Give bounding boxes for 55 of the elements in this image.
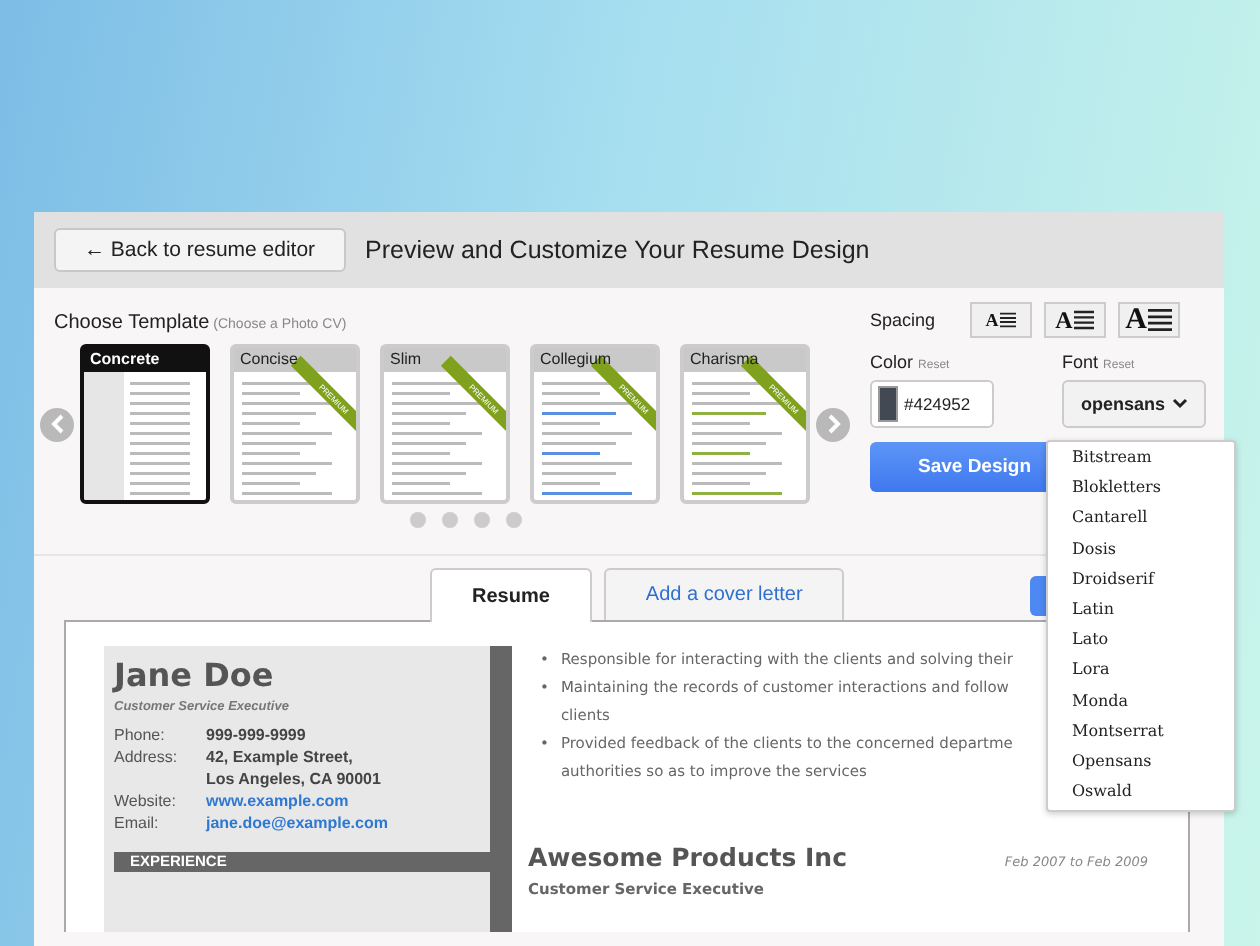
template-name: Charisma — [688, 348, 761, 372]
contact-value: Los Angeles, CA 90001 — [206, 770, 383, 788]
font-label: Font — [1062, 352, 1099, 372]
contact-link[interactable]: www.example.com — [206, 792, 480, 810]
template-preview-drawing — [234, 372, 356, 500]
company-name: Awesome Products Inc — [528, 842, 847, 872]
spacing-button[interactable]: A — [1044, 302, 1106, 338]
contact-label: Email: — [114, 814, 161, 832]
template-card[interactable]: Concrete — [80, 344, 210, 504]
lines-icon — [1074, 310, 1095, 330]
font-option[interactable]: Opensans — [1048, 745, 1234, 777]
template-name: Collegium — [538, 348, 614, 372]
font-option[interactable]: Droidserif — [1048, 563, 1234, 594]
lines-icon — [1148, 308, 1173, 332]
chevron-down-icon — [1171, 398, 1187, 410]
template-preview-drawing — [534, 372, 656, 500]
spacing-button[interactable]: A — [970, 302, 1032, 338]
font-option[interactable]: Oswald — [1048, 776, 1234, 807]
template-name: Slim — [388, 348, 424, 372]
template-name: Concrete — [88, 348, 162, 372]
font-option[interactable]: Lato — [1048, 624, 1234, 655]
lines-icon — [1000, 312, 1017, 328]
page-title: Preview and Customize Your Resume Design — [365, 236, 870, 264]
font-option[interactable]: Lora — [1048, 654, 1234, 685]
template-name: Concise — [238, 348, 300, 372]
contact-value: 42, Example Street, — [206, 748, 355, 766]
spacing-button[interactable]: A — [1118, 302, 1180, 338]
resume-name: Jane Doe — [114, 656, 276, 694]
tab[interactable]: Resume — [430, 568, 592, 622]
template-preview-drawing — [684, 372, 806, 500]
pager-dot[interactable] — [441, 512, 457, 528]
pager-dot[interactable] — [409, 512, 425, 528]
font-option[interactable]: Cantarell — [1048, 502, 1234, 534]
font-option[interactable]: Monda — [1048, 685, 1234, 716]
pager-dot[interactable] — [505, 512, 521, 528]
back-button[interactable]: ← Back to resume editor — [54, 228, 346, 272]
pager-dot[interactable] — [473, 512, 489, 528]
contact-label: Address: — [114, 748, 180, 770]
color-label: Color — [870, 352, 914, 372]
color-swatch — [878, 386, 898, 422]
font-option[interactable]: Dosis — [1048, 533, 1234, 564]
contact-label: Website: — [114, 792, 178, 810]
spacing-label: Spacing — [870, 310, 938, 330]
color-value: #424952 — [904, 394, 971, 414]
contact-label: Phone: — [114, 726, 167, 744]
section-label: Choose Template — [54, 312, 210, 334]
font-option[interactable]: Montserrat — [1048, 715, 1234, 746]
tab[interactable]: Add a cover letter — [603, 568, 845, 620]
font-option[interactable]: Latin — [1048, 593, 1234, 625]
color-field[interactable]: #424952 — [870, 380, 994, 428]
font-dropdown[interactable]: opensans — [1062, 380, 1206, 428]
template-preview-drawing — [384, 372, 506, 500]
template-preview-drawing — [84, 372, 206, 500]
contact-link[interactable]: jane.doe@example.com — [206, 814, 480, 832]
contact-value: 999-999-9999 — [206, 726, 308, 744]
